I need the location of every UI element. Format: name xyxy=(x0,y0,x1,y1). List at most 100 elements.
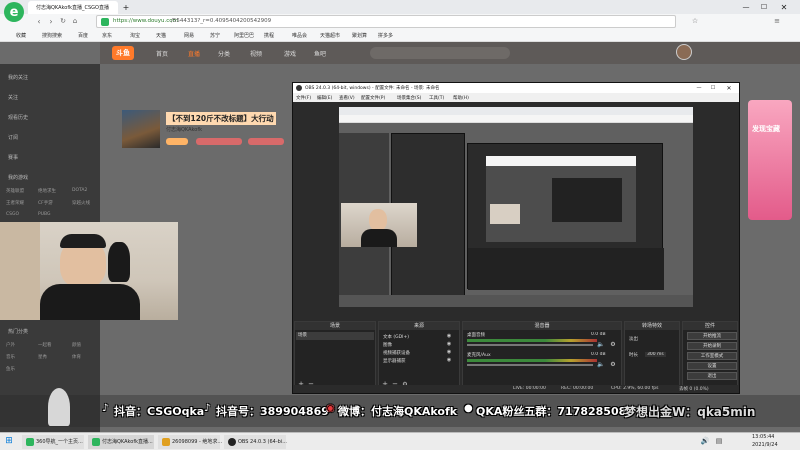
follow-button[interactable] xyxy=(248,138,284,145)
streamer-avatar[interactable] xyxy=(122,110,160,148)
menu-item[interactable]: 编辑(E) xyxy=(317,95,332,101)
sidebar-item[interactable]: 订阅 xyxy=(8,134,18,141)
source-item[interactable]: 视频捕获设备 xyxy=(383,350,410,356)
close-icon[interactable]: ✕ xyxy=(778,1,790,13)
menu-item[interactable]: 文件(F) xyxy=(296,95,311,101)
sidebar-game[interactable]: 鱼乐 xyxy=(6,366,15,372)
scene-item[interactable]: 场景 xyxy=(296,332,374,340)
exit-button[interactable]: 退出 xyxy=(687,372,737,380)
bookmark-item[interactable]: 天猫超市 xyxy=(320,32,340,39)
sidebar-game[interactable]: 音乐 xyxy=(6,354,15,360)
bookmark-item[interactable]: 收藏 xyxy=(16,32,26,39)
network-icon[interactable]: ▤ xyxy=(714,436,724,446)
sidebar-game[interactable]: 绝地求生 xyxy=(38,188,56,194)
obs-close-icon[interactable]: ✕ xyxy=(723,83,735,93)
bookmark-item[interactable]: 携程 xyxy=(264,32,274,39)
site-search-input[interactable] xyxy=(370,47,510,59)
nav-item[interactable]: 首页 xyxy=(156,49,168,58)
menu-item[interactable]: 配置文件(P) xyxy=(361,95,385,101)
sidebar-game[interactable]: 星秀 xyxy=(38,354,47,360)
obs-preview[interactable] xyxy=(339,107,693,307)
nav-item[interactable]: 游戏 xyxy=(284,49,296,58)
eye-icon[interactable]: ◉ xyxy=(445,357,453,363)
sidebar-game[interactable]: 英雄联盟 xyxy=(6,188,24,194)
mixer-volume-slider[interactable] xyxy=(467,364,593,366)
promo-banner[interactable]: 发现宝藏 xyxy=(748,100,792,220)
url-field[interactable]: https://www.douyu.com /5544313?_r=0.4095… xyxy=(96,15,676,28)
sidebar-item[interactable]: 关注 xyxy=(8,94,18,101)
nav-item[interactable]: 鱼吧 xyxy=(314,49,326,58)
sidebar-game[interactable]: 一起看 xyxy=(38,342,52,348)
new-tab-icon[interactable]: + xyxy=(120,1,132,13)
browser-tab[interactable]: 付志海QKAkofk直播_CSGO直播 xyxy=(28,1,118,14)
source-item[interactable]: 显示器捕获 xyxy=(383,358,406,364)
eye-icon[interactable]: ◉ xyxy=(445,349,453,355)
sidebar-game[interactable]: 体育 xyxy=(72,354,81,360)
refresh-icon[interactable]: ↻ xyxy=(58,16,68,26)
minimize-icon[interactable]: — xyxy=(740,1,752,13)
sidebar-game[interactable]: 颜值 xyxy=(72,342,81,348)
back-icon[interactable]: ‹ xyxy=(34,16,44,26)
sidebar-item[interactable]: 热门分类 xyxy=(8,328,28,335)
bookmark-item[interactable]: 网易 xyxy=(184,32,194,39)
bookmark-item[interactable]: 京东 xyxy=(102,32,112,39)
bookmark-item[interactable]: 天猫 xyxy=(156,32,166,39)
sidebar-game[interactable]: CSGO xyxy=(6,212,19,217)
start-recording-button[interactable]: 开始录制 xyxy=(687,342,737,350)
settings-button[interactable]: 设置 xyxy=(687,362,737,370)
menu-item[interactable]: 帮助(H) xyxy=(453,95,469,101)
menu-item[interactable]: 场景集合(S) xyxy=(397,95,421,101)
source-item[interactable]: 图像 xyxy=(383,342,392,348)
bookmark-item[interactable]: 阿里巴巴 xyxy=(234,32,254,39)
nested-address-bar xyxy=(339,115,693,123)
screen: 付志海QKAkofk直播_CSGO直播 + — ☐ ✕ e ‹ › ↻ ⌂ ht… xyxy=(0,0,800,450)
obs-minimize-icon[interactable]: — xyxy=(693,83,705,93)
home-icon[interactable]: ⌂ xyxy=(70,16,80,26)
fan-badge[interactable] xyxy=(196,138,242,145)
sidebar-item[interactable]: 我的游戏 xyxy=(8,174,28,181)
nav-item[interactable]: 直播 xyxy=(188,49,200,58)
bookmark-item[interactable]: 唯品会 xyxy=(292,32,307,39)
sidebar-item[interactable]: 我的关注 xyxy=(8,74,28,81)
maximize-icon[interactable]: ☐ xyxy=(758,1,770,13)
bookmark-item[interactable]: 拼多多 xyxy=(378,32,393,39)
transition-duration-input[interactable]: 300 ms xyxy=(645,352,666,357)
avatar[interactable] xyxy=(676,44,692,60)
mixer-volume-slider[interactable] xyxy=(467,344,593,346)
bookmark-item[interactable]: 淘宝 xyxy=(130,32,140,39)
douyu-logo-icon[interactable]: 斗鱼 xyxy=(112,46,134,60)
sidebar-game[interactable]: DOTA2 xyxy=(72,188,87,193)
obs-maximize-icon[interactable]: ☐ xyxy=(707,83,719,93)
menu-item[interactable]: 工具(T) xyxy=(429,95,444,101)
sidebar-game[interactable]: CF手游 xyxy=(38,200,53,206)
start-icon[interactable]: ⊞ xyxy=(4,436,14,446)
speaker-icon[interactable]: 🔈 xyxy=(597,360,605,368)
bookmark-item[interactable]: 苏宁 xyxy=(210,32,220,39)
sidebar-game[interactable]: 王者荣耀 xyxy=(6,200,24,206)
studio-mode-button[interactable]: 工作室模式 xyxy=(687,352,737,360)
volume-icon[interactable]: 🔊 xyxy=(700,436,710,446)
bookmark-item[interactable]: 聚划算 xyxy=(352,32,367,39)
forward-icon[interactable]: › xyxy=(46,16,56,26)
sidebar-item[interactable]: 赛事 xyxy=(8,154,18,161)
nav-item[interactable]: 视频 xyxy=(250,49,262,58)
source-item[interactable]: 文本 (GDI+) xyxy=(383,334,409,340)
start-streaming-button[interactable]: 开始推流 xyxy=(687,332,737,340)
mixer-gear-icon[interactable]: ⚙ xyxy=(609,340,617,348)
eye-icon[interactable]: ◉ xyxy=(445,333,453,339)
menu-icon[interactable]: ≡ xyxy=(772,16,782,26)
transition-type[interactable]: 淡出 xyxy=(629,336,638,342)
mixer-gear-icon[interactable]: ⚙ xyxy=(609,360,617,368)
sidebar-game[interactable]: 穿越火线 xyxy=(72,200,90,206)
star-icon[interactable]: ☆ xyxy=(690,16,700,26)
menu-item[interactable]: 查看(V) xyxy=(339,95,355,101)
streamer-name[interactable]: 付志海QKAkofk xyxy=(166,126,202,133)
sidebar-item[interactable]: 观看历史 xyxy=(8,114,28,121)
sidebar-game[interactable]: PUBG xyxy=(38,212,51,217)
speaker-icon[interactable]: 🔈 xyxy=(597,340,605,348)
sidebar-game[interactable]: 户外 xyxy=(6,342,15,348)
eye-icon[interactable]: ◉ xyxy=(445,341,453,347)
bookmark-item[interactable]: 百度 xyxy=(78,32,88,39)
bookmark-item[interactable]: 搜狗搜索 xyxy=(42,32,62,39)
nav-item[interactable]: 分类 xyxy=(218,49,230,58)
